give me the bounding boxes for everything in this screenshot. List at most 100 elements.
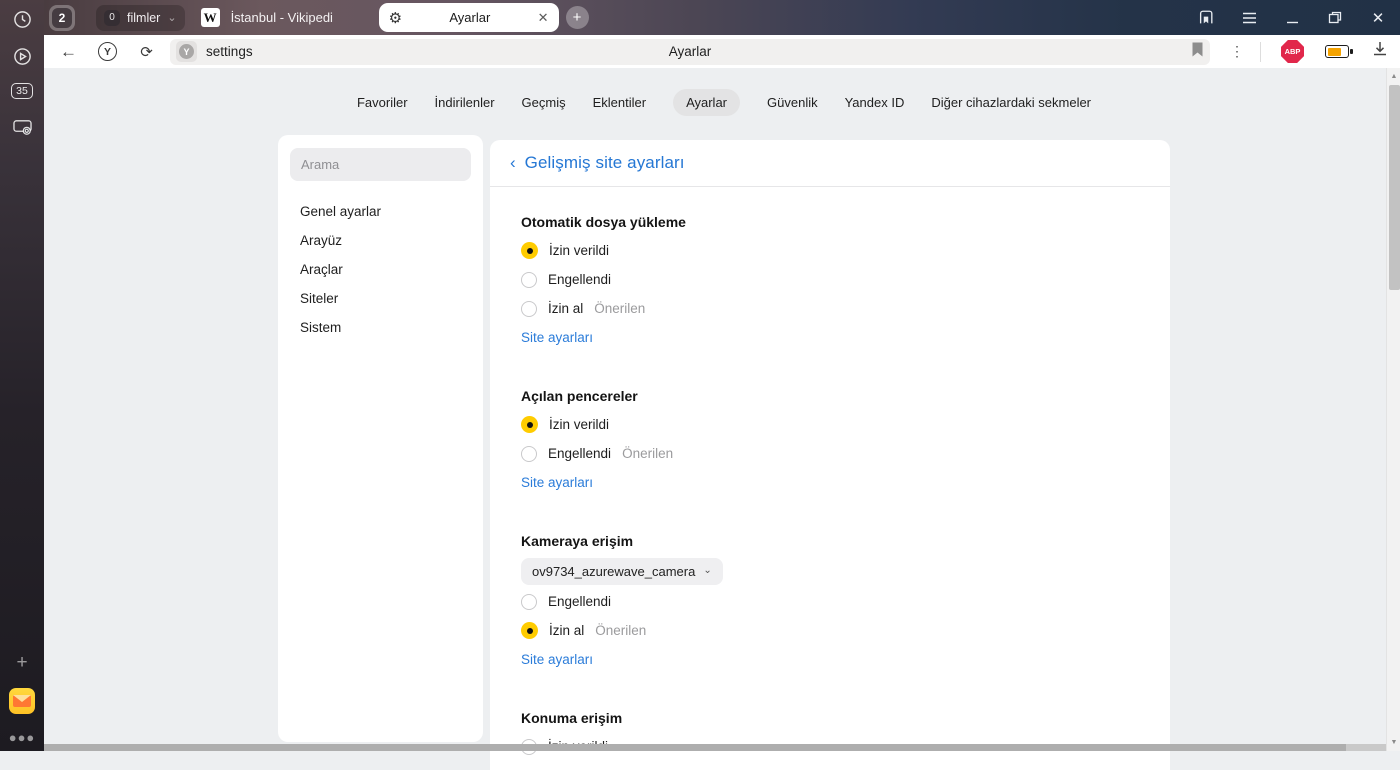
recommended-note: Önerilen: [622, 446, 674, 461]
radio-icon[interactable]: [521, 445, 537, 462]
minimize-icon[interactable]: [1283, 9, 1301, 27]
maximize-icon[interactable]: [1326, 9, 1344, 27]
radio-icon[interactable]: [521, 300, 537, 317]
tab-bar: 2 0 filmler ⌄ W İstanbul - Vikipedi ⚙ Ay…: [44, 0, 1400, 35]
back-chevron-icon: ‹: [510, 153, 516, 172]
tab-istanbul-vikipedi[interactable]: W İstanbul - Vikipedi: [197, 8, 357, 27]
menu-icon[interactable]: [1240, 9, 1258, 27]
nav-favoriler[interactable]: Favoriler: [357, 95, 408, 110]
add-panel-icon[interactable]: +: [0, 648, 44, 678]
kebab-menu-icon[interactable]: ⋮: [1224, 43, 1250, 60]
tab-count-label: 35: [11, 83, 33, 99]
camera-device-select[interactable]: ov9734_azurewave_camera ⌄: [521, 558, 723, 585]
site-settings-link[interactable]: Site ayarları: [521, 475, 593, 490]
tab-group-filmler[interactable]: 0 filmler ⌄: [96, 4, 185, 31]
back-button[interactable]: ←: [49, 42, 88, 62]
section-title: Otomatik dosya yükleme: [521, 213, 686, 230]
vertical-scrollbar[interactable]: ▲ ▼: [1386, 68, 1400, 751]
radio-option[interactable]: Engellendi Önerilen: [521, 439, 1140, 468]
site-settings-link[interactable]: Site ayarları: [521, 330, 593, 345]
nav-eklentiler[interactable]: Eklentiler: [593, 95, 646, 110]
history-icon[interactable]: [0, 4, 44, 34]
radio-selected-icon[interactable]: [521, 416, 538, 433]
option-label: Engellendi: [548, 446, 612, 461]
tabs-panel-icon[interactable]: [1197, 9, 1215, 27]
yandex-mail-icon[interactable]: [0, 686, 44, 716]
gear-icon: ⚙: [388, 9, 403, 27]
hscrollbar-thumb[interactable]: [44, 744, 1346, 751]
section-title: Açılan pencereler: [521, 387, 638, 404]
radio-option[interactable]: İzin al Önerilen: [521, 616, 1140, 645]
option-label: İzin verildi: [549, 243, 610, 258]
tab-counter-badge[interactable]: 35: [0, 76, 44, 106]
radio-icon[interactable]: [521, 593, 537, 610]
nav-yandex-id[interactable]: Yandex ID: [845, 95, 905, 110]
section-kameraya-erisim: Kameraya erişim ov9734_azurewave_camera …: [521, 526, 1140, 674]
battery-saver-icon[interactable]: [1325, 45, 1353, 58]
horizontal-scrollbar[interactable]: [44, 744, 1386, 751]
scroll-up-arrow[interactable]: ▲: [1387, 70, 1400, 83]
window-tab-count: 2: [52, 7, 72, 28]
downloads-icon[interactable]: [1372, 41, 1388, 62]
tab-ayarlar-active[interactable]: ⚙ Ayarlar ✕: [378, 3, 559, 32]
scroll-down-arrow[interactable]: ▼: [1387, 736, 1400, 749]
browser-toolbar: ← Y ⟳ Y settings Ayarlar ⋮ ABP: [44, 35, 1400, 68]
radio-icon[interactable]: [521, 271, 537, 288]
play-sessions-icon[interactable]: [0, 41, 44, 71]
browser-side-rail: 35 + ●●●: [0, 0, 44, 751]
recommended-note: Önerilen: [594, 301, 646, 316]
wikipedia-icon: W: [200, 8, 220, 27]
nav-ayarlar[interactable]: Ayarlar: [673, 89, 741, 116]
radio-option[interactable]: Engellendi: [521, 265, 1140, 294]
nav-indirilenler[interactable]: İndirilenler: [435, 95, 495, 110]
screen-camera-icon[interactable]: [0, 112, 44, 142]
settings-page: Favoriler İndirilenler Geçmiş Eklentiler…: [44, 68, 1400, 770]
radio-option[interactable]: Engellendi: [521, 587, 1140, 616]
radio-selected-icon[interactable]: [521, 622, 538, 639]
radio-option[interactable]: İzin verildi: [521, 410, 1140, 439]
address-bar-title: Ayarlar: [668, 44, 712, 59]
section-konuma-erisim: Konuma erişim İzin verildi: [521, 703, 1140, 761]
scrollbar-thumb[interactable]: [1388, 85, 1400, 290]
url-text: settings: [206, 44, 253, 59]
sidebar-item-sistem[interactable]: Sistem: [278, 313, 483, 342]
radio-option[interactable]: İzin verildi: [521, 236, 1140, 265]
tab-title: İstanbul - Vikipedi: [230, 10, 333, 25]
advanced-site-settings-header[interactable]: ‹ Gelişmiş site ayarları: [490, 140, 1170, 187]
selected-camera: ov9734_azurewave_camera: [532, 564, 696, 579]
yandex-button[interactable]: Y: [88, 42, 127, 61]
address-bar[interactable]: Y settings Ayarlar: [170, 38, 1211, 65]
more-options-icon[interactable]: ●●●: [0, 722, 44, 752]
option-label: İzin al: [549, 623, 585, 638]
radio-option[interactable]: İzin al Önerilen: [521, 294, 1140, 323]
site-favicon: Y: [176, 41, 198, 62]
section-title: Kameraya erişim: [521, 532, 634, 549]
window-tab-count-button[interactable]: 2: [49, 4, 75, 31]
sidebar-item-siteler[interactable]: Siteler: [278, 284, 483, 313]
option-label: Engellendi: [548, 594, 612, 609]
search-input[interactable]: [290, 148, 471, 181]
chevron-down-icon: ⌄: [167, 12, 177, 24]
nav-diger-cihazlar[interactable]: Diğer cihazlardaki sekmeler: [931, 95, 1091, 110]
bookmark-icon[interactable]: [1191, 42, 1204, 62]
new-tab-button[interactable]: +: [565, 6, 589, 29]
group-tab-label: filmler: [127, 10, 161, 25]
window-controls: ✕: [1197, 9, 1400, 27]
nav-gecmis[interactable]: Geçmiş: [522, 95, 566, 110]
radio-selected-icon[interactable]: [521, 242, 538, 259]
adblock-plus-icon[interactable]: ABP: [1281, 40, 1305, 63]
refresh-button[interactable]: ⟳: [127, 43, 166, 61]
sidebar-item-araclar[interactable]: Araçlar: [278, 255, 483, 284]
nav-guvenlik[interactable]: Güvenlik: [767, 95, 818, 110]
sidebar-item-genel-ayarlar[interactable]: Genel ayarlar: [278, 197, 483, 226]
sidebar-item-arayuz[interactable]: Arayüz: [278, 226, 483, 255]
close-tab-icon[interactable]: ✕: [538, 10, 549, 26]
option-label: İzin verildi: [549, 417, 610, 432]
section-acilan-pencereler: Açılan pencereler İzin verildi Engellend…: [521, 381, 1140, 497]
settings-category-list: Genel ayarlar Arayüz Araçlar Siteler Sis…: [278, 197, 483, 342]
site-settings-link[interactable]: Site ayarları: [521, 652, 593, 667]
recommended-note: Önerilen: [595, 623, 647, 638]
close-window-icon[interactable]: ✕: [1369, 9, 1387, 27]
chevron-down-icon: ⌄: [703, 564, 712, 576]
option-label: İzin al: [548, 301, 584, 316]
